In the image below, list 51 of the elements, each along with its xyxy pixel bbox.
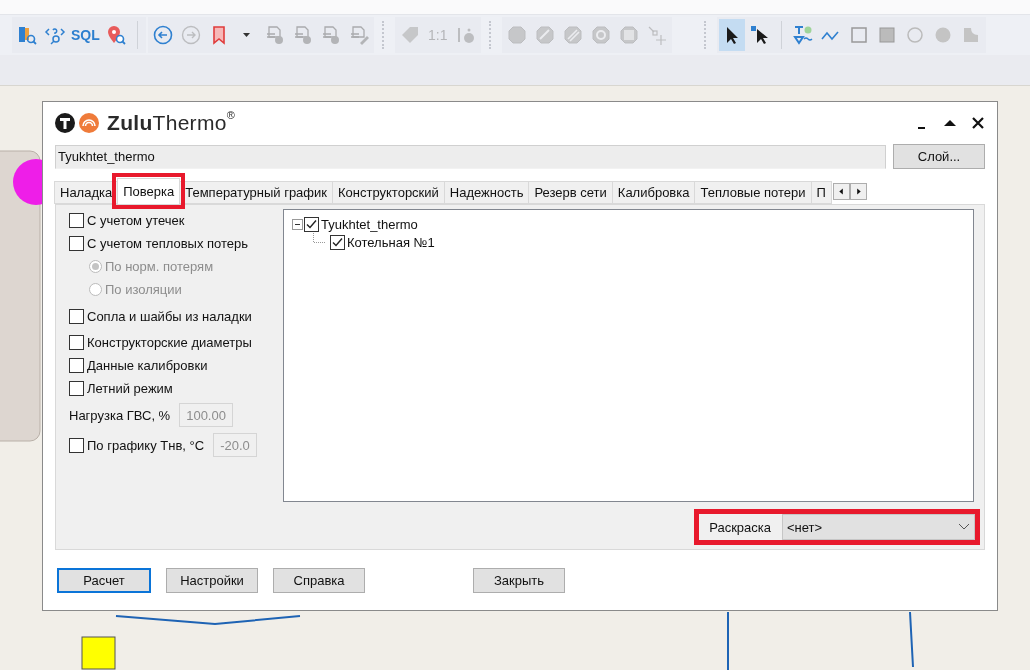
octagon-icon: [505, 24, 528, 46]
checkbox[interactable]: [69, 213, 84, 229]
coloring-dropdown[interactable]: <нет>: [782, 514, 975, 541]
dialog-button[interactable]: Справка: [273, 567, 365, 593]
option-label: Летний режим: [87, 381, 173, 397]
option-label: Данные калибровки: [87, 358, 208, 374]
tab[interactable]: Наладка: [54, 181, 119, 205]
option-label: По норм. потерям: [105, 259, 214, 275]
checkbox[interactable]: [69, 308, 84, 324]
tree-connector-icon: [313, 233, 325, 244]
layer-button[interactable]: Слой...: [893, 144, 985, 170]
field-label: Нагрузка ГВС, %: [69, 407, 171, 423]
tab[interactable]: Конструкторский: [332, 181, 445, 205]
checkbox[interactable]: [304, 216, 319, 232]
scroll-left-icon[interactable]: [832, 182, 850, 200]
octagon-icon: [589, 24, 612, 46]
option-label: По графику Тнв, °C: [87, 437, 205, 453]
tab[interactable]: П: [810, 181, 832, 205]
option-label: Конструкторские диаметры: [87, 335, 252, 351]
checkbox[interactable]: [69, 358, 84, 374]
option-label: По изоляции: [105, 282, 182, 298]
option-label: Сопла и шайбы из наладки: [87, 308, 252, 324]
octagon-icon: [561, 24, 584, 46]
layer-field[interactable]: Tyukhtet_thermo: [55, 144, 886, 169]
checkbox[interactable]: [330, 234, 345, 250]
close-icon[interactable]: [971, 116, 985, 131]
octagon-icon: [617, 24, 640, 46]
map-search-icon: [16, 24, 38, 46]
tree-item[interactable]: Tyukhtet_thermo: [321, 216, 418, 232]
tab[interactable]: Надежность: [443, 181, 530, 205]
caret-icon: [243, 33, 251, 37]
legend-icon: [791, 24, 814, 46]
app-title: ZuluThermo$^{®}$: [107, 111, 237, 136]
octagon-icon: [533, 24, 556, 46]
option-label: С учетом утечек: [87, 213, 185, 229]
dialog-button[interactable]: Расчет: [57, 567, 151, 593]
tab[interactable]: Температурный график: [179, 181, 333, 205]
checkbox[interactable]: [69, 236, 84, 252]
tab[interactable]: Калибровка: [611, 181, 696, 205]
toolbar-icon-button[interactable]: [718, 19, 745, 51]
chevron-down-icon: [958, 523, 970, 532]
checkbox[interactable]: [69, 335, 84, 351]
checkbox[interactable]: [69, 381, 84, 397]
logo-icon: [55, 112, 101, 135]
collapse-icon[interactable]: [292, 218, 303, 230]
tree-item[interactable]: Котельная №1: [347, 234, 435, 250]
dialog-button[interactable]: Настройки: [166, 567, 258, 593]
tab[interactable]: Тепловые потери: [694, 181, 812, 205]
option-label: С учетом тепловых потерь: [87, 236, 249, 252]
dialog-button[interactable]: Закрыть: [473, 567, 565, 593]
tab[interactable]: Резерв сети: [528, 181, 613, 205]
